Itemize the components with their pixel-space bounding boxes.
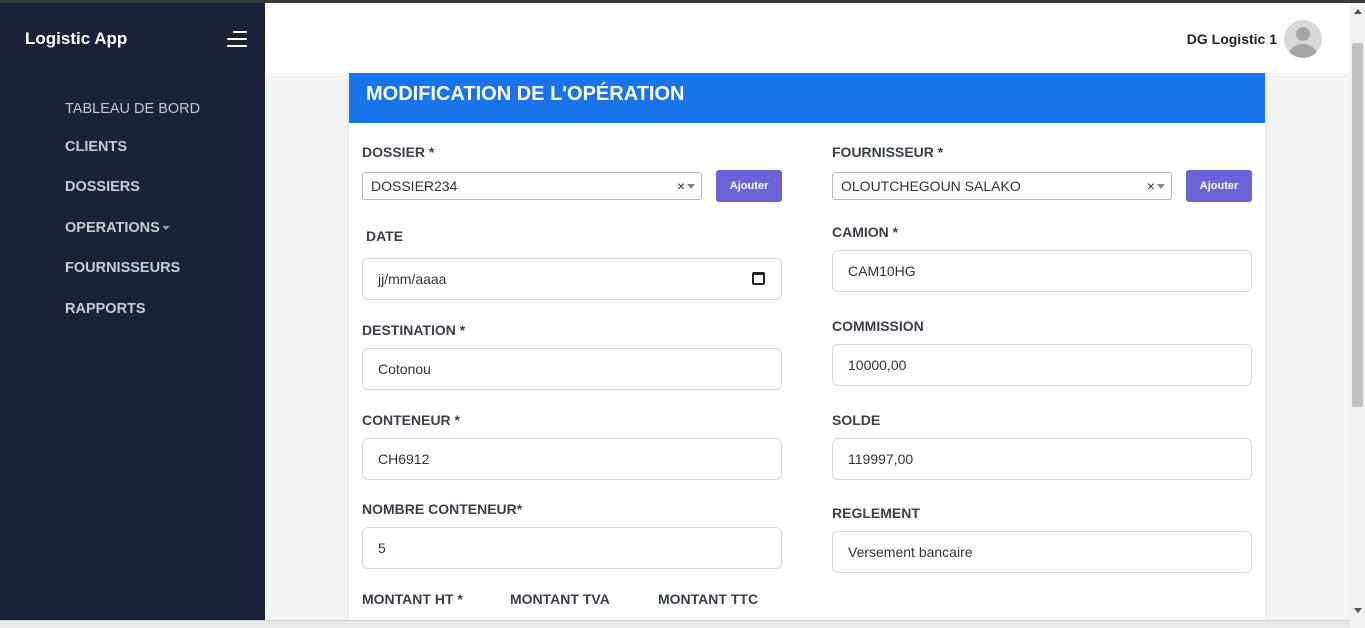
sidebar-item-rapports[interactable]: RAPPORTS [65, 301, 146, 317]
nombre-conteneur-field[interactable]: 5 [362, 527, 782, 569]
taskbar-strip [0, 620, 1350, 628]
sidebar-item-tableau-de-bord[interactable]: TABLEAU DE BORD [65, 101, 200, 117]
commission-field[interactable]: 10000,00 [832, 344, 1252, 386]
sidebar-item-dossiers[interactable]: DOSSIERS [65, 179, 140, 195]
date-label: DATE [366, 228, 404, 244]
date-placeholder: jj/mm/aaaa [378, 271, 447, 287]
destination-field[interactable]: Cotonou [362, 348, 782, 390]
chevron-down-icon[interactable] [162, 226, 170, 230]
scroll-down-icon[interactable] [1354, 608, 1362, 613]
window-top-border [0, 0, 1365, 3]
sidebar-item-fournisseurs[interactable]: FOURNISSEURS [65, 260, 180, 276]
calendar-icon[interactable] [752, 272, 765, 285]
page-title: MODIFICATION DE L'OPÉRATION [366, 83, 685, 105]
conteneur-label: CONTENEUR * [362, 412, 461, 428]
fournisseur-select-value: OLOUTCHEGOUN SALAKO [841, 178, 1021, 194]
dossier-select-value: DOSSIER234 [371, 178, 458, 194]
montant-ttc-label: MONTANT TTC [658, 591, 759, 607]
dossier-select[interactable]: DOSSIER234 × [362, 172, 702, 200]
fournisseur-select[interactable]: OLOUTCHEGOUN SALAKO × [832, 172, 1172, 200]
clear-icon[interactable]: × [677, 173, 685, 199]
nombre-conteneur-label: NOMBRE CONTENEUR* [362, 501, 523, 517]
avatar[interactable] [1284, 20, 1322, 58]
clear-icon[interactable]: × [1147, 173, 1155, 199]
sidebar-item-operations[interactable]: OPERATIONS [65, 220, 160, 236]
scroll-up-icon[interactable] [1354, 9, 1362, 14]
chevron-down-icon[interactable] [687, 184, 695, 189]
reglement-label: REGLEMENT [832, 505, 920, 521]
camion-field[interactable]: CAM10HG [832, 250, 1252, 292]
destination-label: DESTINATION * [362, 322, 466, 338]
app-title: Logistic App [25, 29, 128, 48]
reglement-field[interactable]: Versement bancaire [832, 531, 1252, 573]
camion-label: CAMION * [832, 224, 899, 240]
card-header: MODIFICATION DE L'OPÉRATION [349, 73, 1265, 123]
user-name: DG Logistic 1 [1186, 31, 1277, 47]
montant-ht-label: MONTANT HT * [362, 591, 463, 607]
montant-tva-label: MONTANT TVA [510, 591, 610, 607]
menu-toggle-icon[interactable] [225, 30, 247, 48]
date-field[interactable]: jj/mm/aaaa [362, 258, 782, 300]
chevron-down-icon[interactable] [1157, 184, 1165, 189]
solde-field[interactable]: 119997,00 [832, 438, 1252, 480]
operation-form-card: MODIFICATION DE L'OPÉRATION DOSSIER * DO… [349, 73, 1265, 628]
sidebar: Logistic App TABLEAU DE BORD CLIENTS DOS… [0, 0, 265, 628]
dossier-label: DOSSIER * [362, 144, 435, 160]
fournisseur-label: FOURNISSEUR * [832, 144, 944, 160]
scrollbar[interactable] [1350, 3, 1365, 628]
add-fournisseur-button[interactable]: Ajouter [1186, 170, 1252, 202]
commission-label: COMMISSION [832, 318, 924, 334]
conteneur-field[interactable]: CH6912 [362, 438, 782, 480]
add-dossier-button[interactable]: Ajouter [716, 170, 782, 202]
top-header: DG Logistic 1 [265, 3, 1350, 73]
sidebar-item-clients[interactable]: CLIENTS [65, 139, 127, 155]
solde-label: SOLDE [832, 412, 881, 428]
scrollbar-thumb[interactable] [1352, 43, 1363, 407]
